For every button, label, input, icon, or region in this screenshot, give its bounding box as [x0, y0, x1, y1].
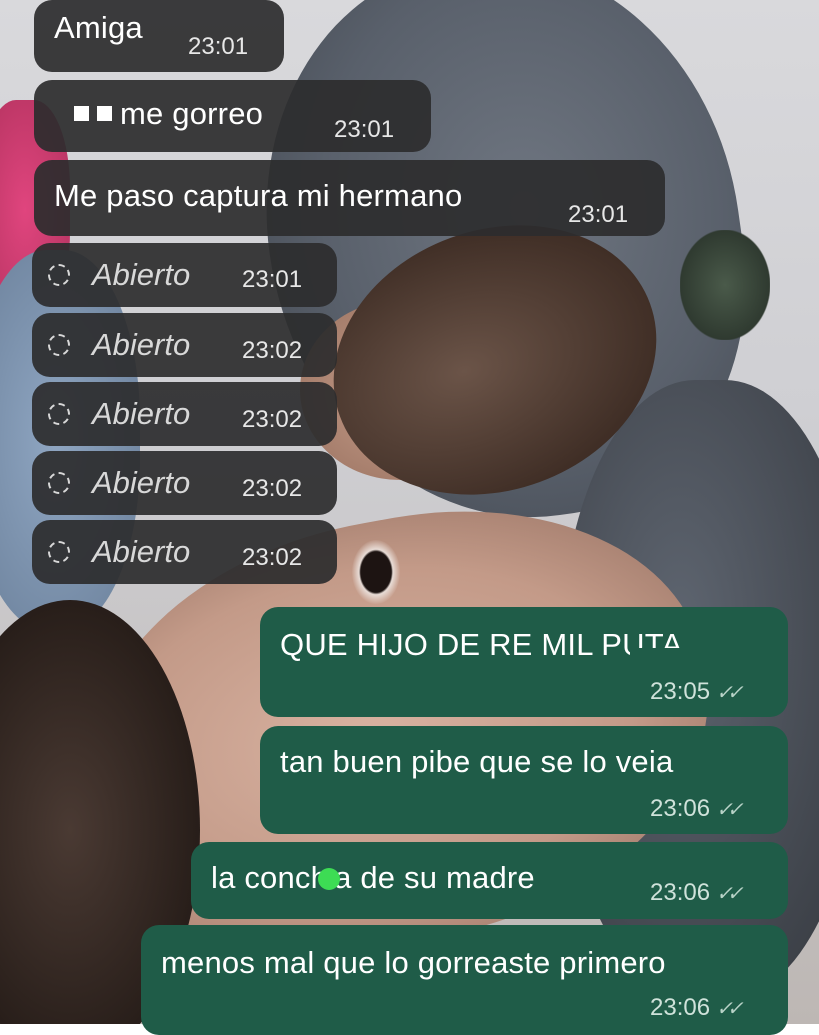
- opened-label: Abierto: [92, 396, 191, 431]
- opened-label: Abierto: [92, 534, 191, 569]
- double-check-icon: ✓✓: [716, 682, 743, 704]
- message-time: 23:02: [242, 475, 303, 502]
- opened-label: Abierto: [92, 257, 191, 292]
- opened-label: Abierto: [92, 327, 191, 362]
- message-time: 23:02: [242, 544, 303, 571]
- message-text: menos mal que lo gorreaste primero: [161, 945, 666, 980]
- dashed-circle-icon: [48, 264, 70, 286]
- message-time: 23:02: [242, 406, 303, 433]
- message-content: la conch a de su madre: [211, 860, 535, 896]
- dashed-circle-icon: [48, 541, 70, 563]
- message-bubble-outgoing[interactable]: tan buen pibe que se lo veia 23:06 ✓✓: [260, 726, 788, 834]
- message-text: tan buen pibe que se lo veia: [280, 744, 674, 779]
- message-time: 23:01: [334, 116, 395, 143]
- message-time: 23:06 ✓✓: [650, 879, 743, 906]
- message-text: la conch: [211, 860, 329, 895]
- message-time: 23:01: [242, 266, 303, 293]
- message-time: 23:05 ✓✓: [650, 678, 743, 705]
- message-content: me gorreo: [74, 96, 263, 132]
- opened-label: Abierto: [92, 465, 191, 500]
- opened-media-item[interactable]: Abierto 23:02: [32, 313, 337, 377]
- message-bubble-outgoing[interactable]: menos mal que lo gorreaste primero 23:06…: [141, 925, 788, 1035]
- dashed-circle-icon: [48, 403, 70, 425]
- message-time: 23:01: [188, 33, 249, 60]
- double-check-icon: ✓✓: [716, 883, 743, 905]
- chat-thread: Amiga 23:01 me gorreo 23:01 Me paso capt…: [0, 0, 819, 1035]
- double-check-icon: ✓✓: [716, 998, 743, 1020]
- dashed-circle-icon: [48, 472, 70, 494]
- square-block-icon: [74, 106, 89, 121]
- double-check-icon: ✓✓: [716, 799, 743, 821]
- message-time: 23:06 ✓✓: [650, 795, 743, 822]
- message-text: me gorreo: [120, 96, 264, 131]
- message-time: 23:02: [242, 337, 303, 364]
- square-block-icon: [97, 106, 112, 121]
- message-text-cutoff: [630, 648, 788, 660]
- message-text: QUE HIJO DE RE MIL PUTA: [280, 627, 683, 662]
- message-bubble-outgoing[interactable]: la conch a de su madre 23:06 ✓✓: [191, 842, 788, 919]
- message-bubble-incoming[interactable]: me gorreo 23:01: [34, 80, 431, 152]
- sticker-dot-icon: [318, 868, 341, 890]
- message-time: 23:01: [568, 201, 629, 228]
- message-bubble-incoming[interactable]: Me paso captura mi hermano 23:01: [34, 160, 665, 236]
- dashed-circle-icon: [48, 334, 70, 356]
- message-text: Amiga: [54, 10, 143, 45]
- message-time: 23:06 ✓✓: [650, 994, 743, 1021]
- message-bubble-outgoing[interactable]: QUE HIJO DE RE MIL PUTA 23:05 ✓✓: [260, 607, 788, 717]
- opened-media-item[interactable]: Abierto 23:02: [32, 382, 337, 446]
- message-text: Me paso captura mi hermano: [54, 178, 463, 213]
- message-text: a de su madre: [334, 860, 535, 895]
- opened-media-item[interactable]: Abierto 23:02: [32, 520, 337, 584]
- opened-media-item[interactable]: Abierto 23:01: [32, 243, 337, 307]
- opened-media-item[interactable]: Abierto 23:02: [32, 451, 337, 515]
- message-bubble-incoming[interactable]: Amiga 23:01: [34, 0, 284, 72]
